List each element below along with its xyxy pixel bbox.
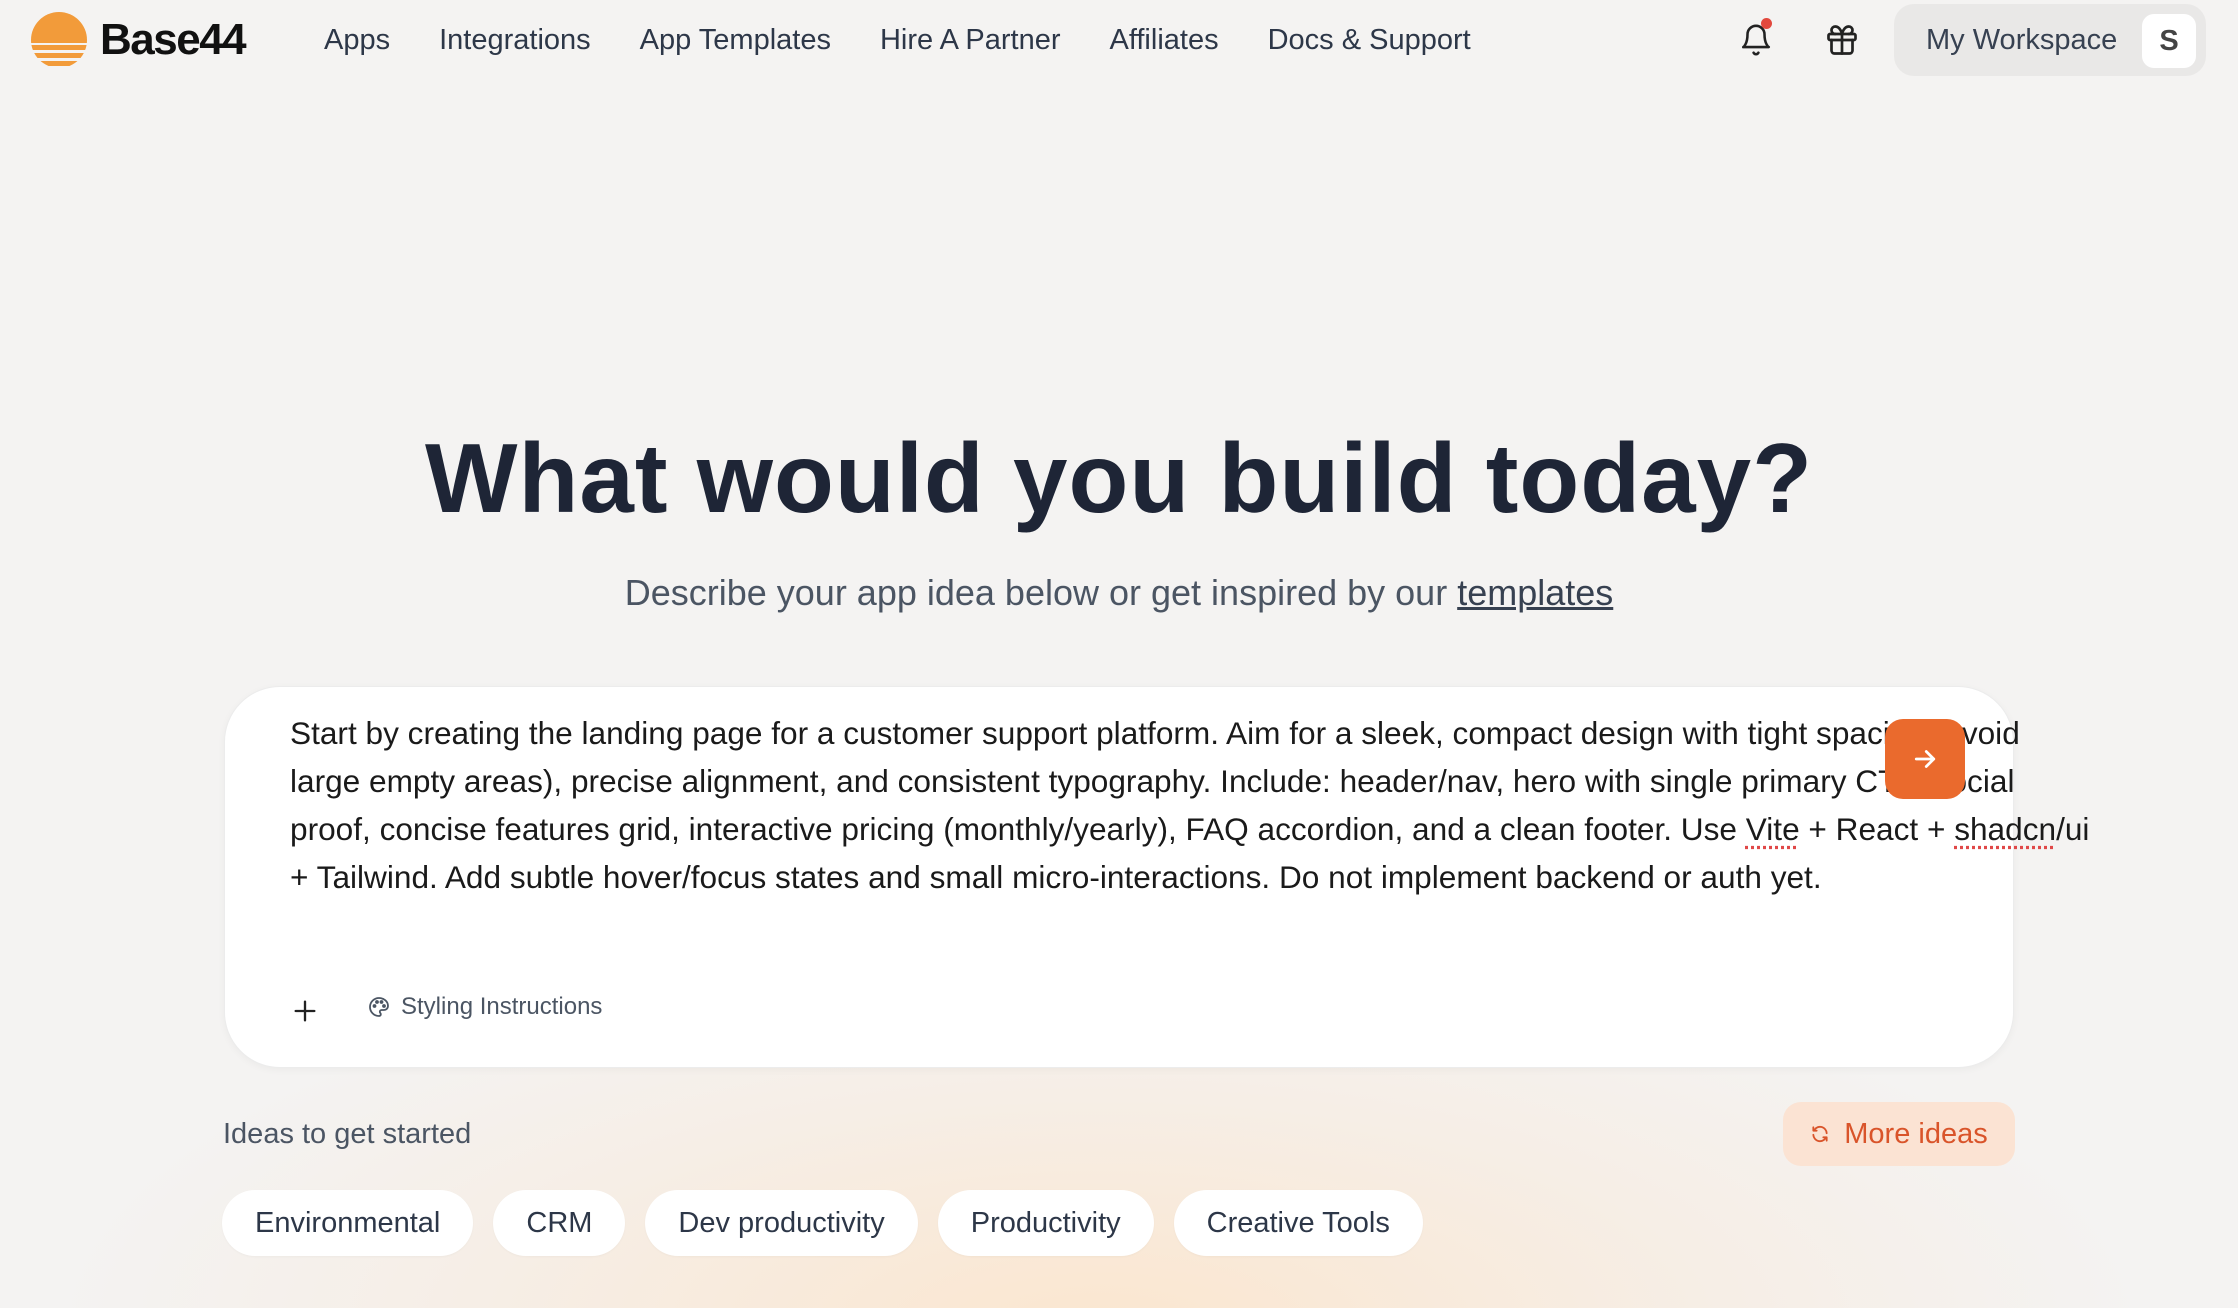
palette-icon <box>369 997 389 1017</box>
nav-item-integrations[interactable]: Integrations <box>439 20 591 60</box>
idea-chips: Environmental CRM Dev productivity Produ… <box>222 1190 1443 1256</box>
nav-item-apps[interactable]: Apps <box>324 20 390 60</box>
page-title: What would you build today? <box>425 423 1813 533</box>
nav-item-app-templates[interactable]: App Templates <box>640 20 831 60</box>
send-button[interactable] <box>1885 719 1965 799</box>
nav-item-docs-support[interactable]: Docs & Support <box>1268 20 1471 60</box>
avatar: S <box>2142 14 2196 68</box>
workspace-label: My Workspace <box>1926 23 2118 56</box>
hero-subtitle-text: Describe your app idea below or get insp… <box>624 572 1458 613</box>
prompt-text-part-2: + React + <box>1799 811 1955 847</box>
plus-icon <box>294 1000 316 1022</box>
chip-productivity[interactable]: Productivity <box>937 1190 1154 1256</box>
top-header: Base44 Apps Integrations App Templates H… <box>0 0 2238 80</box>
hero-subtitle: Describe your app idea below or get insp… <box>0 568 2238 618</box>
notification-dot <box>1761 18 1772 29</box>
prompt-card: Start by creating the landing page for a… <box>224 686 2089 1068</box>
prompt-word-shadcn: shadcn <box>1954 811 2057 847</box>
styling-instructions-label: Styling Instructions <box>401 993 603 1020</box>
brand-logo[interactable]: Base44 <box>30 12 247 68</box>
sun-logo-icon <box>31 12 87 66</box>
arrow-right-icon <box>1914 750 1936 768</box>
chip-dev-productivity[interactable]: Dev productivity <box>645 1190 918 1256</box>
workspace-switcher[interactable]: My Workspace S <box>1894 4 2206 76</box>
ideas-label: Ideas to get started <box>223 1118 472 1150</box>
prompt-word-vite: Vite <box>1745 811 1800 847</box>
more-ideas-label: More ideas <box>1844 1117 1988 1150</box>
nav-item-hire-a-partner[interactable]: Hire A Partner <box>880 20 1061 60</box>
notifications-button[interactable] <box>1732 16 1780 64</box>
attach-button[interactable] <box>285 991 325 1031</box>
prompt-input[interactable]: Start by creating the landing page for a… <box>290 709 2090 901</box>
templates-link[interactable]: templates <box>1457 572 1613 613</box>
chip-creative-tools[interactable]: Creative Tools <box>1173 1190 1423 1256</box>
gift-icon <box>1827 25 1857 55</box>
refresh-icon <box>1812 1125 1828 1143</box>
brand-name: Base44 <box>100 15 247 64</box>
more-ideas-button[interactable]: More ideas <box>1783 1102 2015 1166</box>
gift-button[interactable] <box>1818 16 1866 64</box>
main-nav: Apps Integrations App Templates Hire A P… <box>324 20 1520 60</box>
nav-item-affiliates[interactable]: Affiliates <box>1110 20 1219 60</box>
styling-instructions-button[interactable]: Styling Instructions <box>367 993 602 1021</box>
chip-environmental[interactable]: Environmental <box>222 1190 474 1256</box>
chip-crm[interactable]: CRM <box>493 1190 626 1256</box>
